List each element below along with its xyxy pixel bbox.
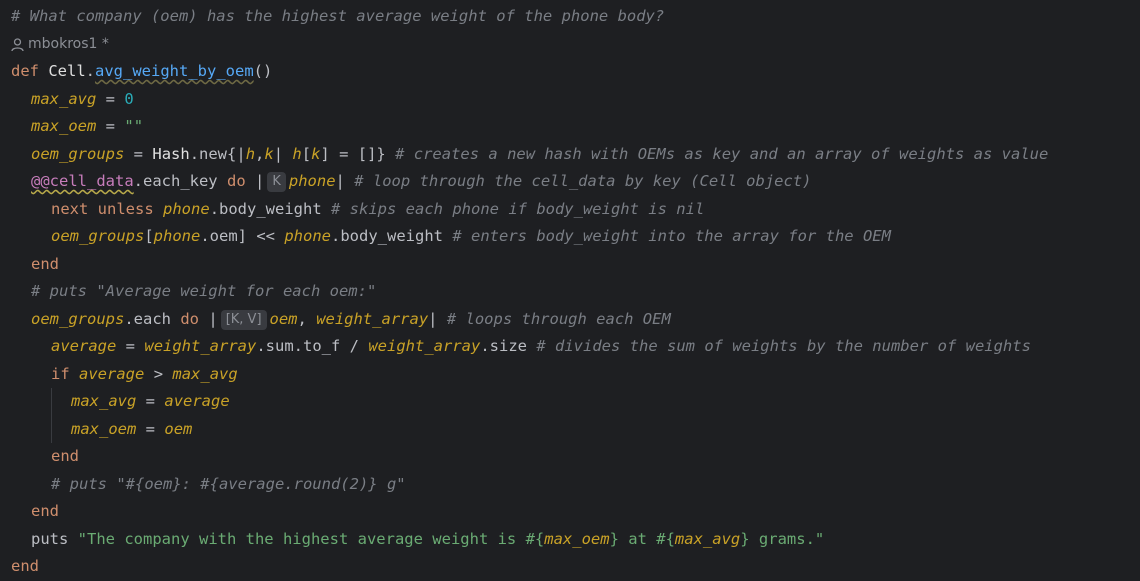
code-line-each-key[interactable]: @@cell_data.each_key do | Kphone| # loop …: [31, 168, 811, 196]
method-body-weight: .body_weight: [331, 227, 443, 245]
operator-eq: =: [133, 145, 144, 163]
method-oem: .oem: [200, 227, 238, 245]
param-h: h: [245, 145, 256, 163]
keyword-end: end: [31, 255, 59, 273]
var-max-avg: max_avg: [172, 365, 238, 383]
param-oem: oem: [269, 310, 298, 328]
code-line-assign-max-avg[interactable]: max_avg = average: [71, 388, 230, 416]
code-line-max-oem[interactable]: max_oem = "": [31, 113, 143, 141]
var-average: average: [51, 337, 117, 355]
code-line-each[interactable]: oem_groups.each do | [K, V] oem, weight_ar…: [31, 306, 671, 334]
code-line-end-if[interactable]: end: [51, 443, 79, 471]
class-name: Cell: [48, 62, 86, 80]
hash-body-close: ] = []}: [320, 145, 386, 163]
string-part: "The company with the highest average we…: [77, 530, 545, 548]
var-phone: phone: [163, 200, 210, 218]
var-oem: oem: [164, 420, 193, 438]
param-phone: phone: [288, 172, 336, 190]
comment-text: # enters body_weight into the array for …: [452, 227, 891, 245]
var-phone: phone: [153, 227, 201, 245]
keyword-end: end: [51, 447, 79, 465]
var-oem-groups: oem_groups: [31, 145, 125, 163]
code-line-average[interactable]: average = weight_array.sum.to_f / weight…: [51, 333, 1031, 361]
type-hint-badge: K: [267, 172, 286, 192]
code-line-puts-result[interactable]: puts "The company with the highest avera…: [31, 526, 824, 554]
keyword-def: def: [11, 62, 39, 80]
empty-string: "": [124, 117, 144, 135]
code-line-end[interactable]: end: [31, 251, 59, 279]
operator-eq: =: [105, 117, 116, 135]
comment-text: # loop through the cell_data by key (Cel…: [354, 172, 812, 190]
author-name: mbokros1 *: [28, 36, 109, 52]
var-max-oem: max_oem: [71, 420, 137, 438]
code-line-next-unless[interactable]: next unless phone.body_weight # skips ea…: [51, 196, 704, 224]
param-weight-array: weight_array: [316, 310, 429, 328]
comment-text: # divides the sum of weights by the numb…: [536, 337, 1031, 355]
comment-text: # puts "Average weight for each oem:": [31, 282, 377, 300]
parens: (): [253, 62, 273, 80]
var-oem-groups: oem_groups: [51, 227, 145, 245]
var-max-avg: max_avg: [31, 90, 97, 108]
code-line-push-weight[interactable]: oem_groups[phone.oem] << phone.body_weig…: [51, 223, 891, 251]
method-each: .each: [124, 310, 171, 328]
comment-text: # creates a new hash with OEMs as key an…: [395, 145, 1049, 163]
person-icon: [11, 38, 24, 51]
hash-class: Hash: [152, 145, 190, 163]
var-h: h: [292, 145, 302, 163]
interp-max-oem: max_oem: [544, 530, 610, 548]
method-sum-to-f: .sum.to_f /: [256, 337, 359, 355]
code-editor[interactable]: # What company (oem) has the highest ave…: [0, 0, 1140, 580]
operator-gt: >: [153, 365, 164, 383]
var-average: average: [164, 392, 230, 410]
string-part: } grams.": [740, 530, 825, 548]
var-weight-array: weight_array: [144, 337, 257, 355]
hash-new: .new{|: [189, 145, 246, 163]
var-average: average: [79, 365, 145, 383]
code-line-if[interactable]: if average > max_avg: [51, 361, 238, 389]
method-size: .size: [480, 337, 527, 355]
code-line-assign-max-oem[interactable]: max_oem = oem: [71, 416, 192, 444]
operator-eq: =: [145, 420, 156, 438]
method-each-key: .each_key: [133, 172, 218, 190]
comment-text: # puts "#{oem}: #{average.round(2)} g": [51, 475, 406, 493]
comment-text: # loops through each OEM: [446, 310, 671, 328]
param-k: k: [264, 145, 274, 163]
indent-guide: [51, 388, 52, 443]
method-body-weight: .body_weight: [209, 200, 322, 218]
keyword-do: do: [180, 310, 200, 328]
comment-text: # skips each phone if body_weight is nil: [331, 200, 705, 218]
var-oem-groups: oem_groups: [31, 310, 125, 328]
keyword-unless: unless: [97, 200, 154, 218]
string-part: } at #{: [609, 530, 675, 548]
author-inlay-hint[interactable]: mbokros1 *: [11, 31, 109, 59]
code-line-end-each[interactable]: end: [31, 498, 59, 526]
var-max-oem: max_oem: [31, 117, 97, 135]
class-variable-cell-data: @@cell_data: [31, 172, 134, 190]
code-line-max-avg[interactable]: max_avg = 0: [31, 86, 134, 114]
method-puts: puts: [31, 530, 69, 548]
var-max-avg: max_avg: [71, 392, 137, 410]
code-line-round-comment[interactable]: # puts "#{oem}: #{average.round(2)} g": [51, 471, 406, 499]
var-weight-array: weight_array: [368, 337, 481, 355]
keyword-next: next: [51, 200, 89, 218]
code-line-question-comment[interactable]: # What company (oem) has the highest ave…: [11, 3, 664, 31]
comment-text: # What company (oem) has the highest ave…: [11, 7, 665, 25]
keyword-end: end: [31, 502, 59, 520]
code-line-def[interactable]: def Cell.avg_weight_by_oem(): [11, 58, 272, 86]
code-line-oem-groups[interactable]: oem_groups = Hash.new{|h,k| h[k] = []} #…: [31, 141, 1048, 169]
interp-max-avg: max_avg: [674, 530, 741, 548]
keyword-do: do: [227, 172, 246, 190]
number-zero: 0: [124, 90, 134, 108]
keyword-end: end: [11, 557, 39, 575]
method-name: avg_weight_by_oem: [95, 62, 254, 80]
keyword-if: if: [51, 365, 70, 383]
operator-shovel: ] <<: [237, 227, 275, 245]
code-line-puts-comment[interactable]: # puts "Average weight for each oem:": [31, 278, 376, 306]
operator-eq: =: [125, 337, 136, 355]
operator-eq: =: [145, 392, 156, 410]
var-phone: phone: [284, 227, 332, 245]
type-hint-badge: [K, V]: [220, 310, 267, 330]
code-line-end-def[interactable]: end: [11, 553, 39, 581]
operator-eq: =: [105, 90, 116, 108]
